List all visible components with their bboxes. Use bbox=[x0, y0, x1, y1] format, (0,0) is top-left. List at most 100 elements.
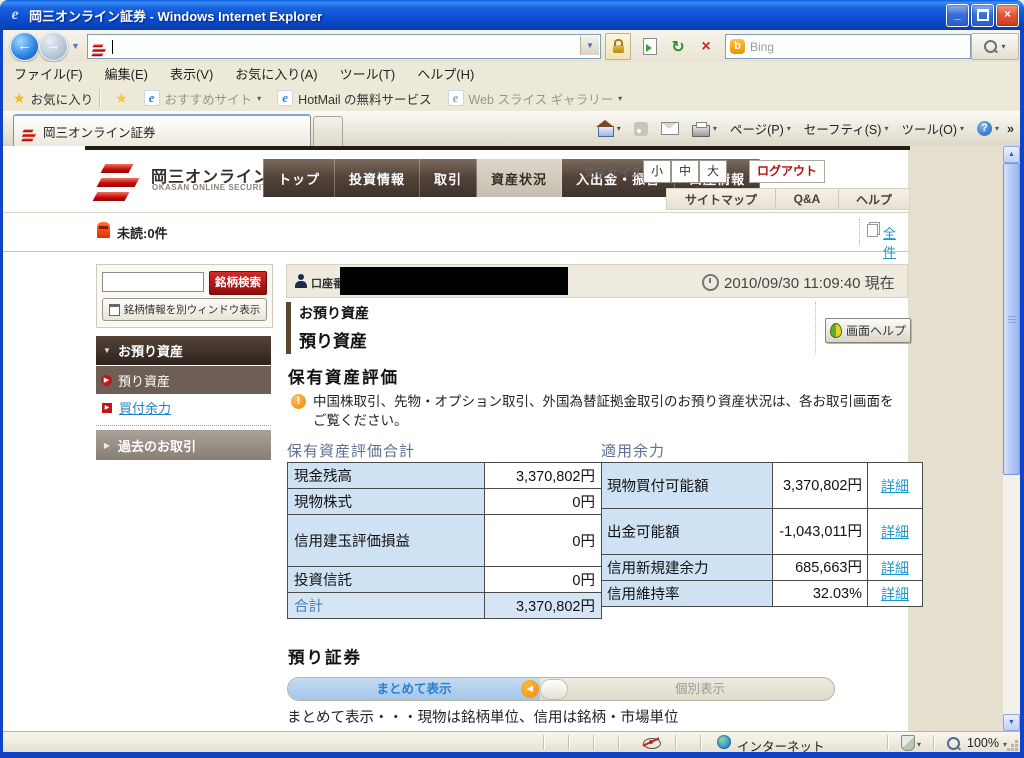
detail-link[interactable]: 詳細 bbox=[881, 586, 909, 602]
screen-help-button[interactable]: 画面ヘルプ bbox=[825, 318, 911, 343]
new-tab-button[interactable] bbox=[313, 116, 343, 147]
search-options-icon bbox=[1001, 42, 1005, 51]
toggle-individual-option[interactable]: 個別表示 bbox=[566, 678, 834, 700]
sidebar-header-past-trades[interactable]: ▶ 過去のお取引 bbox=[96, 430, 271, 460]
divider bbox=[859, 219, 861, 245]
qa-link[interactable]: Q&A bbox=[776, 189, 839, 209]
table-row: 現物株式 0円 bbox=[287, 488, 602, 515]
menu-edit[interactable]: 編集(E) bbox=[94, 64, 159, 83]
tab-okasan[interactable]: 岡三オンライン証券 bbox=[13, 114, 311, 146]
menu-tools[interactable]: ツール(T) bbox=[329, 64, 407, 83]
menu-view[interactable]: 表示(V) bbox=[159, 64, 224, 83]
font-size-medium-button[interactable]: 中 bbox=[671, 160, 699, 183]
toggle-grouped-option[interactable]: まとめて表示 bbox=[288, 678, 540, 700]
stop-button[interactable] bbox=[693, 33, 719, 60]
symbol-popup-button[interactable]: 銘柄情報を別ウィンドウ表示 bbox=[102, 298, 267, 321]
menu-favorites[interactable]: お気に入り(A) bbox=[224, 64, 328, 83]
chevron-down-icon[interactable] bbox=[917, 740, 921, 749]
address-dropdown-icon[interactable]: ▼ bbox=[580, 36, 599, 55]
arrow-right-icon bbox=[101, 374, 112, 386]
notice-text: 中国株取引、先物・オプション取引、外国為替証拠金取引のお預り資産状況は、各お取引… bbox=[313, 394, 894, 428]
security-shield-icon[interactable] bbox=[901, 735, 915, 751]
toggle-knob[interactable] bbox=[540, 679, 568, 700]
address-input[interactable]: ▼ bbox=[87, 34, 601, 59]
tools-menu-button[interactable]: ツール(O) bbox=[896, 117, 969, 140]
close-button[interactable]: × bbox=[996, 4, 1019, 27]
symbol-search-input[interactable] bbox=[102, 272, 204, 292]
home-button[interactable] bbox=[593, 119, 626, 139]
display-mode-toggle[interactable]: まとめて表示 個別表示 bbox=[287, 677, 835, 701]
search-box[interactable]: Bing bbox=[725, 34, 971, 59]
detail-link[interactable]: 詳細 bbox=[881, 560, 909, 576]
printer-icon bbox=[691, 121, 710, 137]
sidebar-item-deposit-assets[interactable]: 預り資産 bbox=[96, 365, 271, 394]
add-favorite-button[interactable] bbox=[107, 90, 136, 107]
protected-mode-icon bbox=[643, 738, 661, 749]
text-caret bbox=[112, 39, 113, 54]
sidebar-item-buying-power[interactable]: 買付余力 bbox=[96, 394, 271, 421]
print-button[interactable] bbox=[687, 119, 722, 139]
compatibility-view-icon[interactable] bbox=[637, 33, 663, 60]
site-logo-subtitle: OKASAN ONLINE SECURITIES bbox=[152, 183, 282, 192]
page-menu-button[interactable]: ページ(P) bbox=[725, 117, 796, 140]
search-go-button[interactable] bbox=[971, 33, 1019, 60]
clock-icon bbox=[702, 274, 719, 291]
scroll-down-icon[interactable]: ▼ bbox=[1003, 714, 1020, 731]
mail-icon bbox=[660, 122, 679, 135]
hotmail-link[interactable]: HotMail の無料サービス bbox=[269, 89, 439, 108]
logout-button[interactable]: ログアウト → bbox=[749, 160, 825, 199]
pages-icon bbox=[867, 224, 878, 237]
site-favicon bbox=[91, 44, 107, 57]
menu-help[interactable]: ヘルプ(H) bbox=[406, 64, 485, 83]
ie-icon bbox=[143, 90, 160, 106]
display-mode-footnote: まとめて表示・・・現物は銘柄単位、信用は銘柄・市場単位 bbox=[287, 710, 679, 726]
nav-investment-info[interactable]: 投資情報 bbox=[335, 159, 421, 197]
chevron-down-icon[interactable] bbox=[1003, 740, 1007, 749]
web-slice-link[interactable]: Web スライス ギャラリー bbox=[440, 89, 631, 108]
history-dropdown-icon[interactable]: ▼ bbox=[71, 41, 80, 51]
detail-link[interactable]: 詳細 bbox=[881, 524, 909, 540]
vertical-scrollbar[interactable]: ▲ ▼ bbox=[1003, 146, 1020, 731]
safety-menu-button[interactable]: セーフティ(S) bbox=[799, 117, 894, 140]
mail-button[interactable] bbox=[656, 120, 684, 137]
okasan-logo-icon[interactable] bbox=[92, 164, 141, 202]
menu-file[interactable]: ファイル(F) bbox=[3, 64, 94, 83]
zoom-level[interactable]: 100% bbox=[967, 736, 999, 750]
security-lock-icon[interactable] bbox=[605, 33, 631, 60]
symbol-search-button[interactable]: 銘柄検索 bbox=[209, 271, 267, 295]
command-bar: ページ(P) セーフティ(S) ツール(O) bbox=[593, 117, 1014, 140]
minimize-button[interactable]: _ bbox=[946, 4, 969, 27]
favorites-button[interactable]: お気に入り bbox=[31, 89, 94, 108]
site-help-link[interactable]: ヘルプ bbox=[839, 189, 909, 209]
nav-top[interactable]: トップ bbox=[263, 159, 336, 197]
all-items-link[interactable]: 全件 bbox=[883, 223, 908, 261]
resize-grip[interactable] bbox=[1015, 748, 1018, 751]
sitemap-link[interactable]: サイトマップ bbox=[667, 189, 776, 209]
nav-trading[interactable]: 取引 bbox=[420, 159, 478, 197]
status-bar: インターネット 100% bbox=[3, 731, 1020, 754]
rss-button[interactable] bbox=[629, 120, 653, 138]
header-top-rule bbox=[85, 146, 910, 150]
rss-icon bbox=[633, 121, 648, 136]
detail-link[interactable]: 詳細 bbox=[881, 478, 909, 494]
sidebar-header-assets[interactable]: ▼ お預り資産 bbox=[96, 336, 271, 365]
font-size-large-button[interactable]: 大 bbox=[699, 160, 727, 183]
forward-button[interactable]: → bbox=[39, 32, 68, 61]
table-row: 信用建玉評価損益 0円 bbox=[287, 514, 602, 567]
back-button[interactable]: ← bbox=[10, 32, 39, 61]
table-row: 出金可能額 -1,043,011円 詳細 bbox=[601, 508, 923, 555]
scrollbar-thumb[interactable] bbox=[1003, 163, 1020, 475]
nav-asset-status[interactable]: 資産状況 bbox=[477, 159, 563, 197]
suggested-sites-link[interactable]: おすすめサイト bbox=[136, 89, 270, 108]
window-titlebar: 岡三オンライン証券 - Windows Internet Explorer _ … bbox=[0, 0, 1024, 30]
arrow-right-icon bbox=[102, 402, 112, 413]
table-row: 現物買付可能額 3,370,802円 詳細 bbox=[601, 462, 923, 509]
maximize-button[interactable] bbox=[971, 4, 994, 27]
help-button[interactable] bbox=[972, 119, 1004, 138]
refresh-button[interactable] bbox=[665, 33, 691, 60]
triangle-right-icon: ▶ bbox=[103, 440, 111, 450]
font-size-small-button[interactable]: 小 bbox=[643, 160, 671, 183]
overflow-chevron-icon[interactable] bbox=[1007, 122, 1014, 136]
font-size-label: 文字サイズ bbox=[583, 166, 643, 180]
scroll-up-icon[interactable]: ▲ bbox=[1003, 146, 1020, 163]
